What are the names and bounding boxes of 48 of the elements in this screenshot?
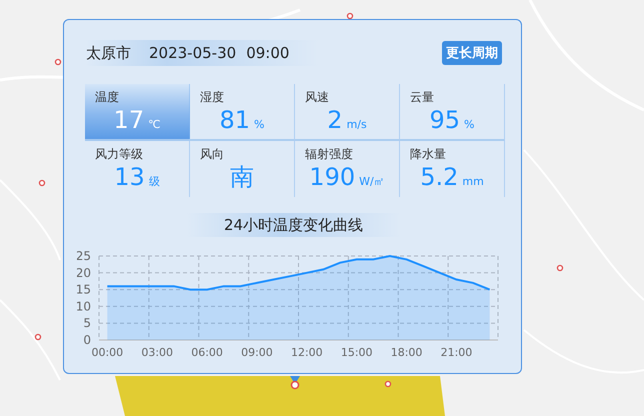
metric-label: 辐射强度 bbox=[305, 146, 353, 163]
axis-label: 18:00 bbox=[390, 346, 422, 359]
axis-label: 09:00 bbox=[241, 346, 273, 359]
date-text: 2023-05-30 bbox=[149, 44, 236, 62]
metric-tile[interactable]: 降水量 5.2 mm bbox=[400, 141, 505, 197]
metric-unit: % bbox=[464, 118, 474, 131]
metric-label: 风力等级 bbox=[95, 146, 143, 163]
axis-label: 5 bbox=[83, 316, 91, 330]
metric-label: 风速 bbox=[305, 89, 329, 106]
axis-label: 12:00 bbox=[290, 346, 323, 359]
metric-label: 风向 bbox=[200, 146, 224, 163]
metric-unit: 级 bbox=[148, 174, 160, 189]
time-text: 09:00 bbox=[246, 44, 290, 62]
metric-unit: mm bbox=[462, 175, 484, 188]
metric-tile[interactable]: 辐射强度 190 W/㎡ bbox=[295, 141, 400, 197]
axis-label: 00:00 bbox=[91, 346, 124, 359]
metric-unit: % bbox=[254, 118, 264, 131]
axis-label: 0 bbox=[83, 333, 91, 347]
metric-tile[interactable]: 风力等级 13 级 bbox=[85, 141, 190, 197]
axis-label: 25 bbox=[77, 249, 91, 263]
metric-unit: m/s bbox=[346, 118, 367, 131]
metric-value: 南 bbox=[230, 163, 254, 191]
metric-label: 云量 bbox=[410, 89, 434, 106]
metric-label: 降水量 bbox=[410, 146, 446, 163]
axis-label: 10 bbox=[77, 299, 91, 314]
axis-label: 15:00 bbox=[340, 346, 373, 359]
axis-label: 20 bbox=[77, 266, 91, 280]
metric-label: 湿度 bbox=[200, 89, 224, 106]
metric-tile[interactable]: 云量 95 % bbox=[400, 84, 505, 141]
metric-unit: W/㎡ bbox=[359, 174, 385, 189]
metric-value: 81 bbox=[220, 106, 250, 134]
metric-unit: ℃ bbox=[148, 118, 160, 131]
metric-value: 2 bbox=[327, 106, 343, 134]
metric-label: 温度 bbox=[95, 89, 119, 106]
metric-tile[interactable]: 风速 2 m/s bbox=[295, 84, 400, 141]
axis-label: 03:00 bbox=[141, 346, 174, 359]
metric-value: 13 bbox=[114, 163, 145, 191]
axis-label: 21:00 bbox=[440, 346, 472, 359]
metric-value: 190 bbox=[309, 163, 356, 191]
metric-value: 17 bbox=[114, 106, 144, 134]
axis-label: 15 bbox=[77, 282, 91, 297]
metric-tile[interactable]: 风向 南 bbox=[190, 141, 295, 197]
metric-tile[interactable]: 温度 17 ℃ bbox=[85, 84, 190, 141]
city-name: 太原市 bbox=[86, 44, 131, 62]
axis-label: 06:00 bbox=[191, 346, 223, 359]
metric-value: 5.2 bbox=[420, 163, 458, 191]
metric-value: 95 bbox=[430, 106, 460, 134]
metric-tile[interactable]: 湿度 81 % bbox=[190, 84, 295, 141]
